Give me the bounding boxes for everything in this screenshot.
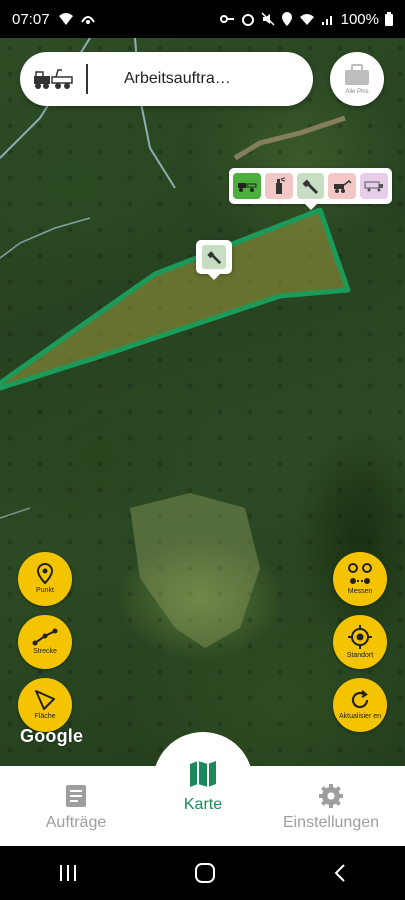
nav-tab-map[interactable]: Karte xyxy=(173,760,233,814)
tool-selection-card xyxy=(229,168,392,210)
add-point-label: Punkt xyxy=(36,587,54,594)
key-icon xyxy=(219,15,234,23)
tool-spray-button[interactable] xyxy=(264,173,293,199)
map-pin-icon xyxy=(36,563,54,585)
add-route-label: Strecke xyxy=(33,648,57,655)
forwarder-icon xyxy=(237,183,257,192)
nav-tab-settings[interactable]: Einstellungen xyxy=(279,784,383,832)
add-point-button[interactable]: Punkt xyxy=(18,552,72,606)
location-label: Standort xyxy=(346,652,374,659)
chainsaw-map-marker[interactable] xyxy=(196,240,232,280)
work-order-title: Arbeitsauftra… xyxy=(124,70,231,87)
refresh-icon xyxy=(351,690,369,709)
alarm-icon xyxy=(241,14,254,26)
nav-tab-map-label: Karte xyxy=(183,796,223,813)
broadcast-icon xyxy=(80,16,95,24)
chainsaw-icon xyxy=(302,179,319,195)
status-bar: 07:07 100% xyxy=(0,0,405,38)
battery-percent: 100% xyxy=(340,10,379,28)
system-navigation-bar xyxy=(0,846,405,900)
tool-chainsaw-button[interactable] xyxy=(296,173,325,199)
measure-button[interactable]: Messen xyxy=(333,552,387,606)
location-icon xyxy=(281,12,292,26)
stream-line-3 xyxy=(0,217,91,259)
harvester-icon xyxy=(334,179,352,193)
add-area-button[interactable]: Fläche xyxy=(18,678,72,732)
document-icon xyxy=(66,785,86,807)
battery-icon xyxy=(385,12,393,26)
spray-can-icon xyxy=(275,177,285,194)
mute-icon xyxy=(261,12,275,26)
forwarder-truck-icon xyxy=(20,52,86,106)
signal-icon xyxy=(321,16,332,25)
measure-label: Messen xyxy=(347,588,373,595)
chainsaw-icon xyxy=(207,251,222,265)
tool-log-truck-button[interactable] xyxy=(360,173,388,199)
map-icon xyxy=(190,761,216,787)
work-order-selector[interactable]: Arbeitsauftra… xyxy=(20,52,313,106)
recent-apps-icon[interactable] xyxy=(58,864,78,882)
stream-line-4 xyxy=(0,507,31,519)
add-route-button[interactable]: Strecke xyxy=(18,615,72,669)
refresh-label: Aktualisier en xyxy=(338,713,382,720)
tool-forwarder-button[interactable] xyxy=(233,173,261,199)
gear-icon xyxy=(319,784,343,808)
pill-divider xyxy=(86,64,88,94)
satellite-map[interactable]: Arbeitsauftra… Alle Pins Punkt Strecke F… xyxy=(0,38,405,766)
all-pins-button[interactable]: Alle Pins xyxy=(330,52,384,106)
crosshair-icon xyxy=(348,625,372,649)
work-area-polygon xyxy=(0,207,351,391)
clearing-area xyxy=(130,493,260,648)
measure-icon xyxy=(348,563,372,584)
route-line-icon xyxy=(32,628,58,646)
nav-tab-settings-label: Einstellungen xyxy=(282,814,380,831)
log-truck-icon xyxy=(364,181,384,192)
tool-harvester-button[interactable] xyxy=(328,173,357,199)
status-time: 07:07 xyxy=(12,10,50,28)
road-line xyxy=(233,115,346,161)
home-icon[interactable] xyxy=(194,862,216,884)
refresh-button[interactable]: Aktualisier en xyxy=(333,678,387,732)
nav-tab-orders[interactable]: Aufträge xyxy=(44,784,108,832)
wifi-icon xyxy=(299,14,314,25)
all-pins-label: Alle Pins xyxy=(345,88,369,95)
add-area-label: Fläche xyxy=(34,713,56,720)
google-attribution: Google xyxy=(20,726,84,746)
polygon-icon xyxy=(35,690,55,710)
back-icon[interactable] xyxy=(333,863,347,883)
wifi-calling-icon xyxy=(58,13,73,25)
location-button[interactable]: Standort xyxy=(333,615,387,669)
nav-tab-orders-label: Aufträge xyxy=(45,814,107,831)
briefcase-icon xyxy=(345,63,369,85)
